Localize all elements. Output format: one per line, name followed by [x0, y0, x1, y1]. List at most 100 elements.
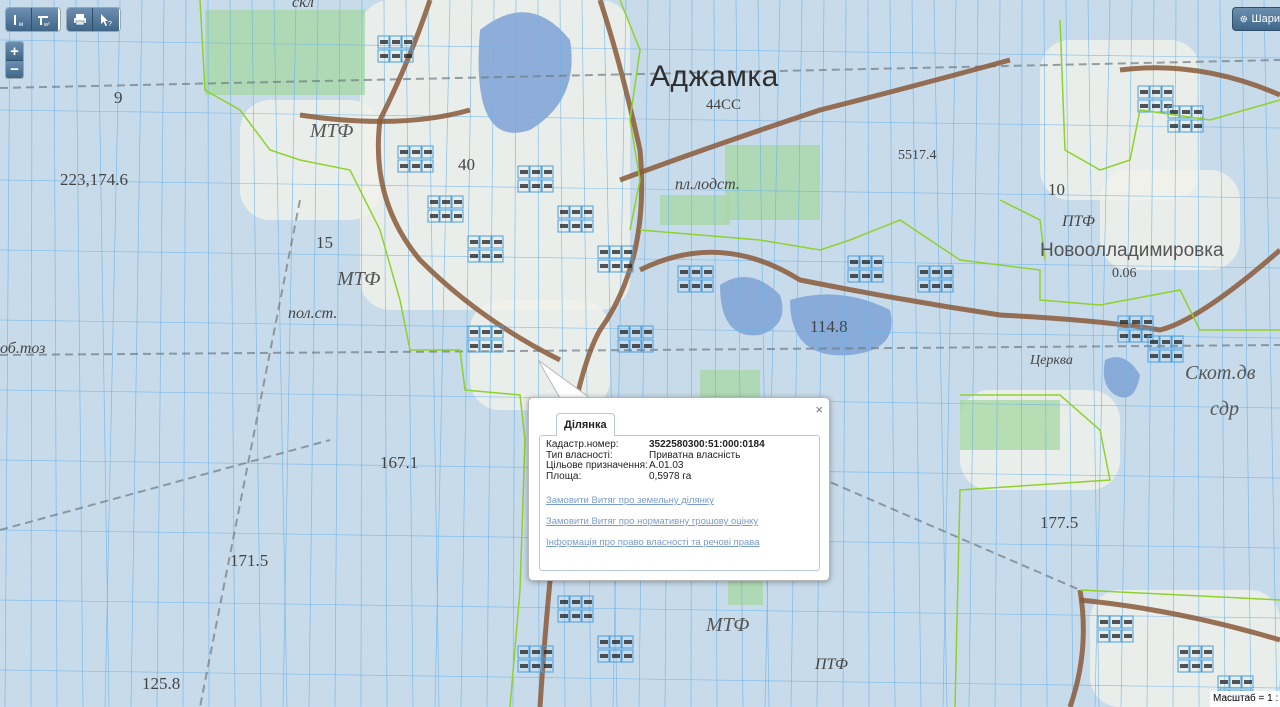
building: [632, 330, 640, 334]
map-label-elev-5: 177.5: [1040, 513, 1079, 532]
building: [1194, 124, 1202, 128]
measure-area-button[interactable]: м²: [32, 8, 58, 31]
identify-button[interactable]: ?: [93, 8, 119, 31]
map-label-tserkva: Церква: [1030, 353, 1073, 368]
map-label-ob-toz: об.тоз: [0, 340, 46, 357]
building: [454, 214, 462, 218]
building: [532, 170, 540, 174]
ownership-info-link[interactable]: Інформація про право власності та речові…: [546, 537, 813, 548]
layers-button[interactable]: Шари: [1232, 7, 1280, 31]
map-label-skot-dv: Скот.дв: [1185, 362, 1256, 384]
popup-close-button[interactable]: ×: [815, 402, 823, 417]
building: [874, 260, 882, 264]
building: [1152, 104, 1160, 108]
attr-row-area: Площа: 0,5978 га: [546, 470, 813, 483]
building: [404, 40, 412, 44]
building: [532, 664, 540, 668]
order-valuation-extract-link[interactable]: Замовити Витяг про нормативну грошову оц…: [546, 516, 813, 527]
building: [692, 284, 700, 288]
building: [704, 270, 712, 274]
building: [1120, 320, 1128, 324]
building: [944, 270, 952, 274]
map-label-town-code: 44СС: [706, 97, 742, 113]
building: [612, 250, 620, 254]
building: [572, 210, 580, 214]
building: [920, 284, 928, 288]
forest-patch: [960, 400, 1060, 450]
building: [560, 600, 568, 604]
building: [1124, 634, 1132, 638]
building: [442, 214, 450, 218]
building: [1112, 634, 1120, 638]
building: [600, 654, 608, 658]
map-label-elev-3: 171.5: [230, 551, 269, 570]
building: [584, 600, 592, 604]
map-label-pl-lodst: пл.лодст.: [675, 176, 740, 193]
scale-indicator: Масштаб = 1 : 3: [1210, 691, 1280, 707]
building: [532, 650, 540, 654]
print-button[interactable]: [67, 8, 93, 31]
building: [862, 260, 870, 264]
zoom-out-button[interactable]: −: [6, 60, 23, 78]
building: [454, 200, 462, 204]
building: [494, 254, 502, 258]
building: [1170, 110, 1178, 114]
building: [1204, 664, 1212, 668]
map-label-town: Аджамка: [650, 60, 779, 93]
forest-patch: [660, 195, 730, 225]
building: [430, 200, 438, 204]
building: [624, 654, 632, 658]
building: [584, 614, 592, 618]
building: [1182, 110, 1190, 114]
attr-key: Площа:: [546, 470, 582, 482]
building: [560, 224, 568, 228]
building: [1150, 340, 1158, 344]
building: [1132, 334, 1140, 338]
map-label-ptf-right: ПТФ: [1062, 213, 1095, 230]
building: [644, 330, 652, 334]
attr-row-purpose: Цільове призначення: A.01.03: [546, 460, 813, 472]
popup-pointer: [538, 360, 596, 400]
building: [624, 264, 632, 268]
map-canvas[interactable]: Аджамка 44СС Новоолладимировка ПТФ МТФ М…: [0, 0, 1280, 707]
building: [482, 330, 490, 334]
building: [1180, 650, 1188, 654]
tab-parcel[interactable]: Ділянка: [556, 413, 615, 436]
map-label-ptf-bottom: ПТФ: [815, 656, 848, 673]
building: [494, 330, 502, 334]
map-label-vsp: 5517.4: [898, 148, 937, 163]
building: [380, 54, 388, 58]
building: [920, 270, 928, 274]
map-label-mtf-left: МТФ: [310, 120, 354, 142]
building: [470, 240, 478, 244]
zoom-in-button[interactable]: +: [6, 42, 23, 60]
order-parcel-extract-link[interactable]: Замовити Витяг про земельну ділянку: [546, 495, 813, 506]
building: [1194, 110, 1202, 114]
svg-text:м²: м²: [44, 22, 50, 27]
forest-patch: [205, 10, 365, 95]
popup-links: Замовити Витяг про земельну ділянку Замо…: [546, 495, 813, 548]
building: [692, 270, 700, 274]
map-label-elev-10: 10: [1048, 180, 1065, 199]
building: [430, 214, 438, 218]
building: [1232, 680, 1240, 684]
building: [520, 170, 528, 174]
building: [1140, 90, 1148, 94]
building: [470, 344, 478, 348]
building: [544, 170, 552, 174]
building: [1144, 320, 1152, 324]
layers-label: Шари: [1251, 13, 1280, 25]
building: [470, 254, 478, 258]
building: [400, 164, 408, 168]
building: [482, 344, 490, 348]
building: [874, 274, 882, 278]
svg-text:м: м: [19, 22, 23, 27]
building: [1120, 334, 1128, 338]
map-label-mtf-bottom: МТФ: [706, 614, 750, 636]
building: [1162, 354, 1170, 358]
measure-length-button[interactable]: м: [6, 8, 32, 31]
building: [520, 184, 528, 188]
building: [584, 210, 592, 214]
building: [1174, 340, 1182, 344]
building: [412, 164, 420, 168]
